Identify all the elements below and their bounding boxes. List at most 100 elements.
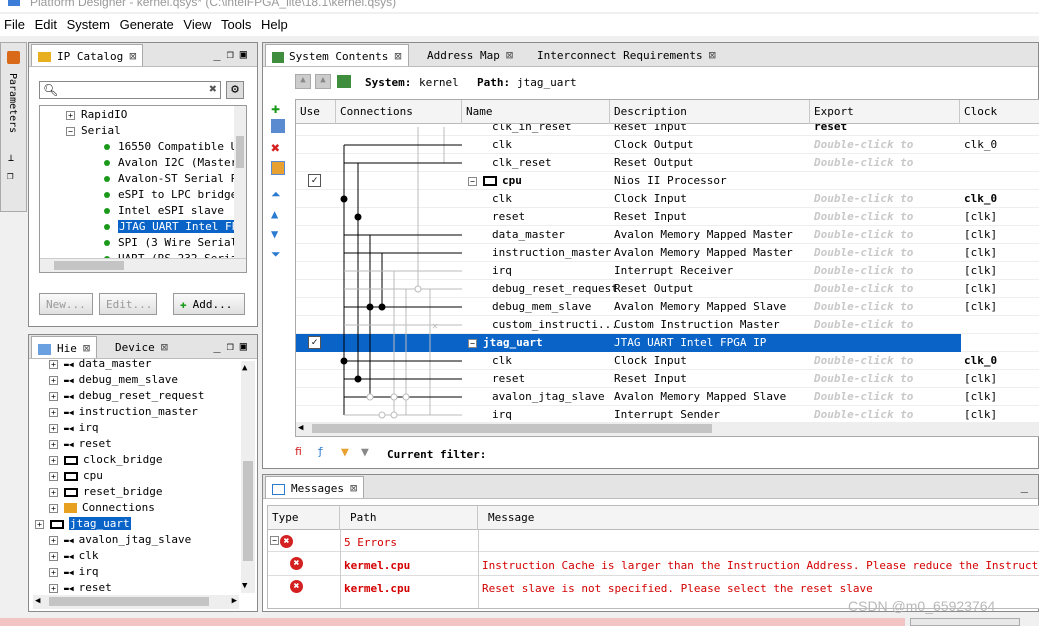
menu-system[interactable]: System: [63, 14, 112, 32]
message-row[interactable]: ✖ kermel.cpu Reset slave is not specifie…: [268, 577, 1039, 599]
move-bottom-icon[interactable]: ⏷: [271, 247, 281, 262]
expand-icon[interactable]: +: [49, 439, 58, 449]
top-icon[interactable]: ▲: [315, 74, 331, 89]
hierarchy-item[interactable]: + ▬◀ debug_mem_slave: [49, 373, 178, 389]
expand-icon[interactable]: +: [35, 519, 44, 529]
tab-interconnect-requirements[interactable]: Interconnect Requirements ⊠: [531, 44, 722, 66]
connection-dot[interactable]: [354, 213, 362, 221]
use-checkbox[interactable]: ✓: [308, 336, 321, 349]
new-button[interactable]: New...: [39, 293, 93, 315]
close-icon[interactable]: ⊠: [129, 49, 136, 63]
connection-dot[interactable]: [414, 285, 422, 293]
clear-icon[interactable]: ✖: [209, 82, 217, 97]
collapse-icon[interactable]: −: [270, 536, 279, 545]
scroll-thumb[interactable]: [236, 136, 244, 168]
row-clock[interactable]: [clk]: [964, 228, 997, 241]
expand-icon[interactable]: +: [49, 375, 58, 385]
panel-window-buttons[interactable]: _: [1021, 479, 1034, 493]
col-name[interactable]: Name: [462, 100, 610, 124]
ip-item[interactable]: eSPI to LPC bridge: [104, 188, 237, 204]
row-clock[interactable]: clk_0: [964, 192, 997, 205]
hierarchy-item[interactable]: + ▬◀ instruction_master: [49, 405, 198, 421]
move-top-icon[interactable]: ⏶: [271, 187, 281, 202]
row-export[interactable]: Double-click to: [814, 390, 913, 403]
scroll-thumb[interactable]: [243, 461, 253, 561]
add-button[interactable]: ✚ Add...: [173, 293, 245, 315]
row-clock[interactable]: [clk]: [964, 372, 997, 385]
move-up-icon[interactable]: ▲: [271, 207, 278, 221]
message-row[interactable]: ✖ kermel.cpu Instruction Cache is larger…: [268, 554, 1039, 576]
menu-edit[interactable]: Edit: [31, 14, 59, 32]
funnel-clear-icon[interactable]: ▼: [361, 445, 369, 460]
ip-item[interactable]: Avalon-ST Serial P: [104, 172, 237, 188]
pin-icon[interactable]: ⊥: [8, 153, 14, 164]
horizontal-scrollbar[interactable]: [40, 258, 246, 272]
ip-item[interactable]: Avalon I2C (Master: [104, 156, 237, 172]
vertical-scrollbar[interactable]: ▲ ▼: [241, 361, 255, 593]
edit-button[interactable]: Edit...: [99, 293, 157, 315]
hierarchy-item[interactable]: + ▬◀ clk: [49, 549, 99, 565]
connection-dot[interactable]: [340, 195, 348, 203]
gear-icon[interactable]: ⚙: [226, 81, 244, 99]
expand-icon[interactable]: +: [49, 567, 58, 577]
col-clock[interactable]: Clock: [960, 100, 1039, 124]
horizontal-scrollbar[interactable]: ◀ ▶: [33, 595, 239, 609]
panel-window-buttons[interactable]: _❐▣: [213, 339, 253, 353]
scroll-left-icon[interactable]: ◀: [298, 423, 303, 433]
hierarchy-item[interactable]: + reset_bridge: [49, 485, 162, 501]
connection-dot[interactable]: [390, 393, 398, 401]
panel-window-buttons[interactable]: _❐▣: [213, 47, 253, 61]
scroll-right-icon[interactable]: ▶: [232, 596, 237, 606]
row-clock[interactable]: [clk]: [964, 390, 997, 403]
row-export[interactable]: Double-click to: [814, 282, 913, 295]
tab-device[interactable]: Device ⊠: [109, 336, 174, 358]
move-down-icon[interactable]: ▼: [271, 227, 278, 241]
hierarchy-item[interactable]: + ▬◀ data_master: [49, 359, 152, 373]
row-export[interactable]: Double-click to: [814, 246, 913, 259]
connection-dot[interactable]: [378, 303, 386, 311]
hierarchy-item[interactable]: + Connections: [49, 501, 155, 517]
row-export[interactable]: Double-click to: [814, 408, 913, 421]
funnel-icon[interactable]: ▼: [341, 445, 349, 460]
vertical-scrollbar[interactable]: [234, 106, 246, 258]
col-message[interactable]: Message: [478, 506, 1039, 530]
menu-generate[interactable]: Generate: [116, 14, 176, 32]
horizontal-scrollbar[interactable]: ◀: [296, 422, 1039, 436]
row-clock[interactable]: [clk]: [964, 210, 997, 223]
expand-icon[interactable]: +: [49, 455, 58, 465]
col-export[interactable]: Export: [810, 100, 960, 124]
edit-icon[interactable]: [271, 161, 285, 175]
ip-item[interactable]: 16550 Compatible U: [104, 140, 237, 156]
tree-item-serial[interactable]: − Serial: [66, 124, 121, 140]
ip-item-selected[interactable]: JTAG UART Intel FP: [104, 220, 240, 236]
menu-help[interactable]: Help: [257, 14, 290, 32]
filter-icon-1[interactable]: ﬁ: [295, 445, 302, 458]
menu-tools[interactable]: Tools: [217, 14, 253, 32]
row-clock[interactable]: [clk]: [964, 300, 997, 313]
col-path[interactable]: Path: [340, 506, 478, 530]
close-icon[interactable]: ⊠: [394, 49, 401, 63]
restore-icon[interactable]: ❐: [7, 169, 14, 182]
collapse-icon[interactable]: −: [468, 176, 477, 186]
close-icon[interactable]: ⊠: [161, 340, 168, 354]
remove-icon[interactable]: ✖: [271, 139, 280, 157]
hierarchy-item[interactable]: + ▬◀ avalon_jtag_slave: [49, 533, 191, 549]
scroll-thumb[interactable]: [54, 261, 124, 270]
hierarchy-item[interactable]: + ▬◀ debug_reset_request: [49, 389, 204, 405]
filter-icon-2[interactable]: ƒ: [317, 445, 324, 458]
collapse-icon[interactable]: −: [66, 126, 75, 136]
expand-icon[interactable]: +: [49, 407, 58, 417]
connection-dot[interactable]: [366, 393, 374, 401]
menu-file[interactable]: File: [0, 14, 27, 32]
expand-icon[interactable]: +: [49, 471, 58, 481]
tab-system-contents[interactable]: System Contents ⊠: [265, 44, 409, 66]
close-icon[interactable]: ⊠: [506, 48, 513, 62]
message-group-row[interactable]: − ✖ 5 Errors: [268, 532, 1039, 552]
expand-icon[interactable]: +: [49, 535, 58, 545]
expand-icon[interactable]: +: [49, 551, 58, 561]
add-connection-icon[interactable]: [271, 119, 285, 133]
col-use[interactable]: Use: [296, 100, 336, 124]
row-export[interactable]: Double-click to: [814, 372, 913, 385]
scroll-left-icon[interactable]: ◀: [35, 596, 40, 606]
status-button[interactable]: [910, 618, 1020, 626]
